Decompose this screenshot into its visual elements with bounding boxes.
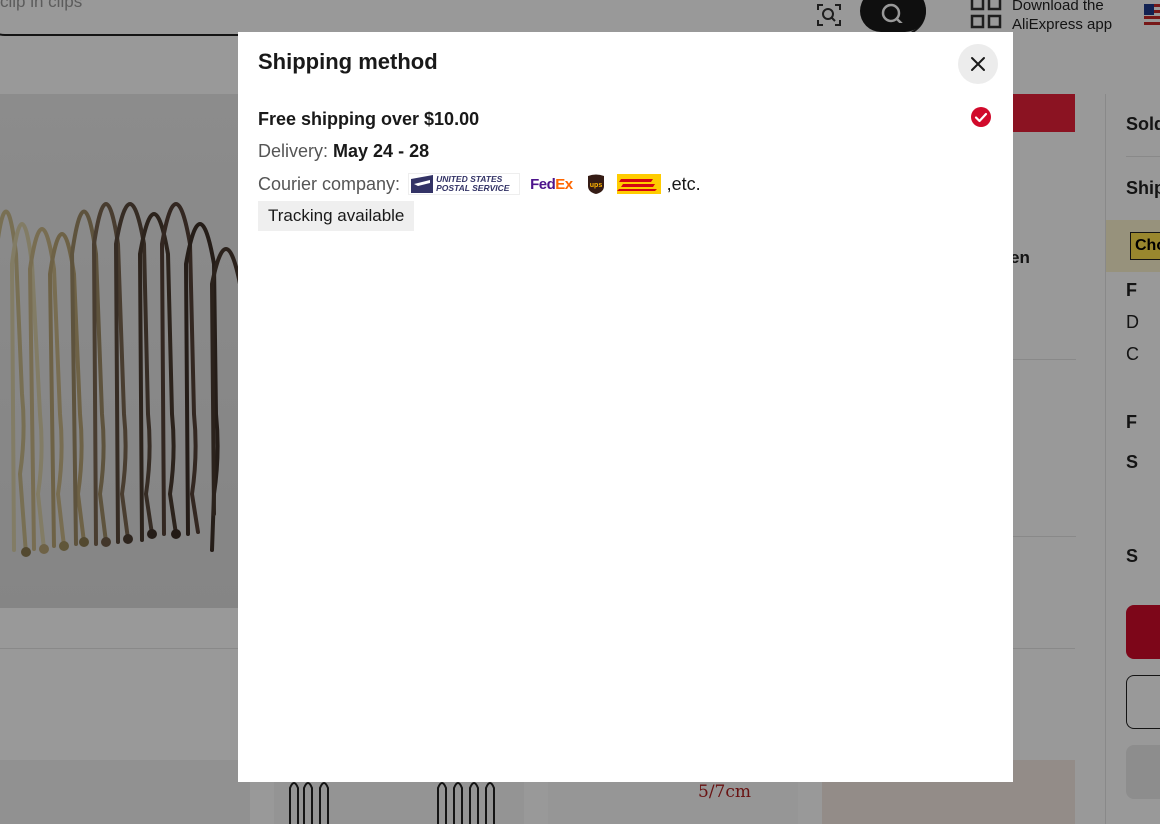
fedex-logo-icon: Fed Ex — [530, 175, 573, 193]
close-button[interactable] — [958, 44, 998, 84]
delivery-row: Delivery: May 24 - 28 — [258, 141, 429, 162]
tracking-available-badge: Tracking available — [258, 201, 415, 231]
close-icon — [971, 57, 985, 71]
dhl-logo-icon — [616, 174, 661, 194]
courier-label: Courier company: — [258, 173, 401, 194]
courier-row: Courier company: UNITED STATES POSTAL SE… — [258, 173, 701, 195]
delivery-label: Delivery: — [258, 141, 329, 161]
selected-check-icon — [971, 107, 991, 127]
shipping-option-title: Free shipping over $10.00 — [258, 109, 480, 129]
ups-logo-icon: ups — [585, 173, 607, 195]
shipping-method-dialog: Shipping method Free shipping over $10.0… — [238, 32, 1013, 782]
usps-logo-line2: POSTAL SERVICE — [436, 183, 510, 193]
courier-etc: ,etc. — [666, 173, 701, 194]
delivery-date: May 24 - 28 — [333, 141, 430, 161]
usps-logo-icon: UNITED STATES POSTAL SERVICE — [408, 173, 521, 195]
dialog-title: Shipping method — [258, 49, 438, 74]
ups-logo-text: ups — [589, 182, 602, 189]
